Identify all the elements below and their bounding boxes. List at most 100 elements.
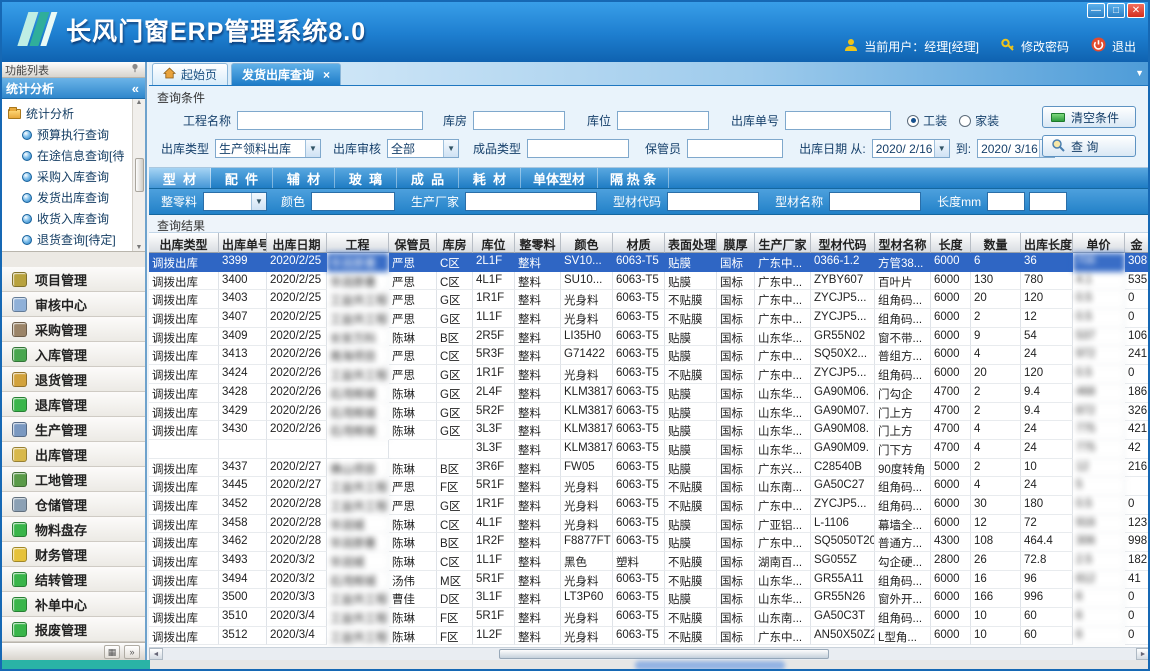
- profile-code-input[interactable]: [667, 192, 759, 211]
- column-header[interactable]: 库位: [473, 233, 515, 253]
- column-header[interactable]: 库房: [437, 233, 473, 253]
- clear-conditions-button[interactable]: 清空条件: [1042, 106, 1136, 128]
- search-button[interactable]: 查 询: [1042, 135, 1136, 157]
- expand-more-icon[interactable]: »: [124, 645, 140, 659]
- column-header[interactable]: 出库类型: [149, 233, 219, 253]
- sidebar-item-finance[interactable]: 财务管理: [0, 542, 145, 567]
- column-header[interactable]: 生产厂家: [755, 233, 811, 253]
- tree-item[interactable]: 收货入库查询: [8, 208, 131, 229]
- tree-item[interactable]: 在途信息查询[待: [8, 145, 131, 166]
- tab-start-page[interactable]: 起始页: [152, 63, 228, 85]
- column-header[interactable]: 出库单号: [219, 233, 267, 253]
- material-tab[interactable]: 玻 璃: [335, 168, 397, 188]
- date-from-picker[interactable]: 2020/ 2/16 ▼: [872, 139, 950, 158]
- out-type-select[interactable]: 生产领料出库 ▼: [215, 139, 321, 158]
- material-tab[interactable]: 型 材: [149, 168, 211, 188]
- sidebar-item-outbound[interactable]: 出库管理: [0, 442, 145, 467]
- table-row[interactable]: 调拨出库34032020/2/25工益共工程严思G区1R1F整料光身料6063-…: [149, 290, 1150, 309]
- sidebar-item-production[interactable]: 生产管理: [0, 417, 145, 442]
- column-header[interactable]: 金: [1125, 233, 1149, 253]
- table-row[interactable]: 调拨出库34582020/2/28华润城陈琳C区4L1F整料光身料6063-T5…: [149, 515, 1150, 534]
- table-row[interactable]: 调拨出库34072020/2/25工益共工程严思G区1L1F整料光身料6063-…: [149, 309, 1150, 328]
- sidebar-item-audit[interactable]: 审核中心: [0, 292, 145, 317]
- collapse-icon[interactable]: «: [132, 81, 139, 96]
- product-type-input[interactable]: [527, 139, 629, 158]
- close-button[interactable]: ✕: [1127, 3, 1145, 18]
- tree-scrollbar[interactable]: ▲ ▼: [132, 99, 145, 251]
- scroll-thumb[interactable]: [135, 158, 144, 192]
- tree-item[interactable]: 退货查询[待定]: [8, 229, 131, 250]
- material-tab[interactable]: 耗 材: [459, 168, 521, 188]
- column-header[interactable]: 出库长度: [1021, 233, 1073, 253]
- material-tab[interactable]: 辅 材: [273, 168, 335, 188]
- table-row[interactable]: 调拨出库34302020/2/26石湾辉城陈琳G区3L3F整料KLM381760…: [149, 421, 1150, 440]
- location-input[interactable]: [617, 111, 709, 130]
- table-row[interactable]: 调拨出库34242020/2/26工益共工程严思G区1R1F整料光身料6063-…: [149, 365, 1150, 384]
- tree-root[interactable]: 统计分析: [8, 103, 131, 124]
- material-tab[interactable]: 配 件: [211, 168, 273, 188]
- column-header[interactable]: 长度: [931, 233, 971, 253]
- home-decor-radio[interactable]: [959, 115, 971, 127]
- table-row[interactable]: 调拨出库34132020/2/26南海项目严思C区5R3F整料G71422606…: [149, 346, 1150, 365]
- scroll-up-icon[interactable]: ▲: [136, 99, 143, 106]
- sidebar-item-supplement[interactable]: 补单中心: [0, 592, 145, 617]
- column-header[interactable]: 型材名称: [875, 233, 931, 253]
- audit-select[interactable]: 全部 ▼: [387, 139, 459, 158]
- column-header[interactable]: 膜厚: [717, 233, 755, 253]
- column-header[interactable]: 颜色: [561, 233, 613, 253]
- column-header[interactable]: 材质: [613, 233, 665, 253]
- sidebar-item-storage[interactable]: 仓储管理: [0, 492, 145, 517]
- sidebar-item-carryover[interactable]: 结转管理: [0, 567, 145, 592]
- table-row[interactable]: 调拨出库34942020/3/2石湾辉城汤伟M区5R1F整料光身料6063-T5…: [149, 571, 1150, 590]
- sidebar-item-return-goods[interactable]: 退货管理: [0, 367, 145, 392]
- length-min-input[interactable]: [987, 192, 1025, 211]
- maximize-button[interactable]: □: [1107, 3, 1125, 18]
- column-header[interactable]: 表面处理: [665, 233, 717, 253]
- keeper-input[interactable]: [687, 139, 783, 158]
- scroll-left-icon[interactable]: ◄: [149, 648, 163, 660]
- table-row[interactable]: 调拨出库34292020/2/26石湾辉城陈琳G区5R2F整料KLM381760…: [149, 403, 1150, 422]
- tree-item[interactable]: 调拨查询[待定]: [8, 250, 131, 252]
- stats-section-header[interactable]: 统计分析 «: [0, 78, 145, 99]
- length-max-input[interactable]: [1029, 192, 1067, 211]
- table-row[interactable]: 调拨出库34002020/2/25华润原著严思C区4L1F整料SU10...60…: [149, 272, 1150, 291]
- table-row[interactable]: 调拨出库34622020/2/28华润原著陈琳B区1R2F整料F8877FT60…: [149, 533, 1150, 552]
- sidebar-item-return-store[interactable]: 退库管理: [0, 392, 145, 417]
- material-tab[interactable]: 隔 热 条: [598, 168, 669, 188]
- sidebar-item-inventory[interactable]: 物料盘存: [0, 517, 145, 542]
- sidebar-item-project[interactable]: 项目管理: [0, 267, 145, 292]
- table-row[interactable]: 调拨出库35102020/3/4工益共工程陈琳F区5R1F整料光身料6063-T…: [149, 608, 1150, 627]
- sidebar-item-inbound[interactable]: 入库管理: [0, 342, 145, 367]
- material-tab[interactable]: 成 品: [397, 168, 459, 188]
- tree-item[interactable]: 发货出库查询: [8, 187, 131, 208]
- work-clothes-radio[interactable]: [907, 115, 919, 127]
- table-row[interactable]: 调拨出库33992020/2/25华润原著严思C区2L1F整料SV10...60…: [149, 253, 1150, 272]
- column-header[interactable]: 型材代码: [811, 233, 875, 253]
- sidebar-item-site[interactable]: 工地管理: [0, 467, 145, 492]
- table-row[interactable]: 调拨出库35122020/3/4工益共工程陈琳F区1L2F整料光身料6063-T…: [149, 627, 1150, 646]
- table-row[interactable]: 调拨出库34092020/2/25长安万科陈琳B区2R5F整料LI35H0606…: [149, 328, 1150, 347]
- table-row[interactable]: 3L3F整料KLM38176063-T5贴膜国标山东华...GA90M09.门下…: [149, 440, 1150, 459]
- column-header[interactable]: 工程: [327, 233, 389, 253]
- table-row[interactable]: 调拨出库34932020/3/2华润城陈琳C区1L1F整料黑色塑料不贴膜国标湖南…: [149, 552, 1150, 571]
- tab-close-icon[interactable]: ×: [323, 68, 330, 82]
- color-input[interactable]: [311, 192, 395, 211]
- table-row[interactable]: 调拨出库34372020/2/27佛山项目陈琳B区3R6F整料FW056063-…: [149, 459, 1150, 478]
- table-row[interactable]: 调拨出库35002020/3/3工益共工程曹佳D区3L1F整料LT3P60606…: [149, 589, 1150, 608]
- warehouse-input[interactable]: [473, 111, 565, 130]
- whole-scrap-select[interactable]: 全部 ▼: [203, 192, 267, 211]
- column-header[interactable]: 出库日期: [267, 233, 327, 253]
- table-row[interactable]: 调拨出库34452020/2/27工益共工程严思F区5R1F整料光身料6063-…: [149, 477, 1150, 496]
- sidebar-item-scrap[interactable]: 报废管理: [0, 617, 145, 642]
- profile-name-input[interactable]: [829, 192, 921, 211]
- tree-item[interactable]: 预算执行查询: [8, 124, 131, 145]
- column-header[interactable]: 单价: [1073, 233, 1125, 253]
- material-tab[interactable]: 单体型材: [521, 168, 598, 188]
- panel-grid-icon[interactable]: ▦: [104, 645, 120, 659]
- change-password-link[interactable]: 修改密码: [1021, 38, 1069, 55]
- order-no-input[interactable]: [785, 111, 891, 130]
- logout-link[interactable]: 退出: [1112, 38, 1136, 55]
- column-header[interactable]: 整零料: [515, 233, 561, 253]
- maker-input[interactable]: [465, 192, 597, 211]
- sidebar-item-purchase[interactable]: 采购管理: [0, 317, 145, 342]
